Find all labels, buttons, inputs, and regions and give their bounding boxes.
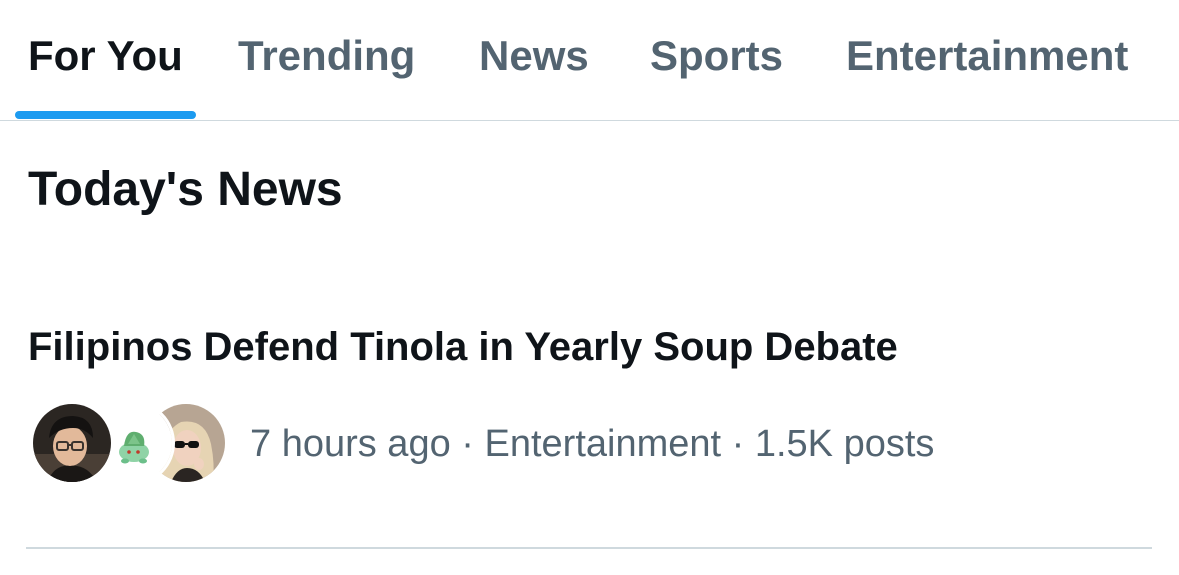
section-title: Today's News xyxy=(28,163,343,216)
news-item[interactable]: Filipinos Defend Tinola in Yearly Soup D… xyxy=(0,300,1179,550)
tab-sports[interactable]: Sports xyxy=(650,28,783,84)
news-post-count: 1.5K posts xyxy=(754,423,935,465)
user-avatar-photo xyxy=(30,401,114,485)
news-meta: 7 hours ago · Entertainment · 1.5K posts xyxy=(250,420,934,468)
news-headline[interactable]: Filipinos Defend Tinola in Yearly Soup D… xyxy=(28,322,898,372)
tab-for-you[interactable]: For You xyxy=(28,28,183,84)
tab-trending[interactable]: Trending xyxy=(238,28,415,84)
news-category: Entertainment xyxy=(484,423,722,465)
tab-news[interactable]: News xyxy=(479,28,589,84)
active-tab-indicator xyxy=(15,111,196,119)
meta-separator: · xyxy=(461,423,474,465)
tab-bar: For You Trending News Sports Entertainme… xyxy=(0,0,1179,121)
tab-entertainment[interactable]: Entertainment xyxy=(846,28,1128,84)
avatar-stack xyxy=(28,401,228,487)
item-divider xyxy=(26,547,1152,549)
meta-separator: · xyxy=(731,423,745,465)
news-time: 7 hours ago xyxy=(250,423,451,465)
